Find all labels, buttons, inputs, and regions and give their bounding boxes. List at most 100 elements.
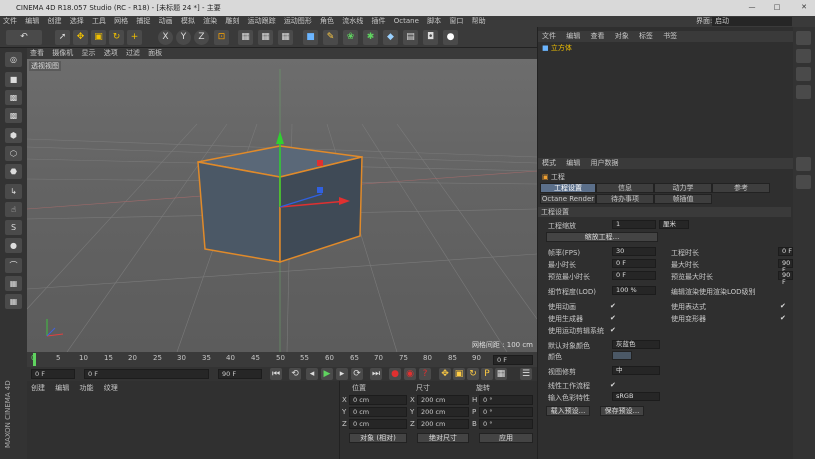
key-pla-icon[interactable]: ▦ bbox=[495, 368, 507, 380]
objects-dock-tab[interactable] bbox=[796, 31, 811, 45]
render-picture-viewer-icon[interactable]: ▦ bbox=[258, 30, 273, 45]
render-view-icon[interactable]: ▦ bbox=[238, 30, 253, 45]
attributes-dock-tab[interactable] bbox=[796, 157, 811, 171]
max-time-field[interactable]: 90 F bbox=[778, 259, 793, 274]
rotation-p-field[interactable]: 0 ° bbox=[479, 407, 533, 417]
scale-unit-select[interactable]: 厘米 bbox=[659, 220, 689, 229]
prev-frame-icon[interactable]: ◂ bbox=[306, 368, 318, 380]
polygons-mode-icon[interactable]: ⬣ bbox=[5, 164, 22, 179]
render-settings-icon[interactable]: ▦ bbox=[278, 30, 293, 45]
next-key-icon[interactable]: ⟳ bbox=[351, 368, 363, 380]
timeline[interactable]: 0 5 10 15 20 25 30 35 40 45 50 55 60 65 … bbox=[27, 352, 537, 367]
undo-button[interactable]: ↶ bbox=[6, 30, 42, 45]
menu-pipeline[interactable]: 流水线 bbox=[339, 16, 366, 27]
x-axis-lock-button[interactable]: X bbox=[158, 30, 173, 45]
obj-menu-view[interactable]: 查看 bbox=[586, 31, 608, 42]
snap-icon[interactable]: S bbox=[5, 220, 22, 235]
scale-project-button[interactable]: 缩放工程... bbox=[546, 232, 658, 242]
rotate-icon[interactable]: ↻ bbox=[109, 30, 124, 45]
start-frame-field[interactable]: 0 F bbox=[31, 369, 75, 379]
layout-select[interactable]: 启动 bbox=[712, 17, 792, 26]
vp-menu-filter[interactable]: 过滤 bbox=[123, 48, 143, 59]
min-time-field[interactable]: 0 F bbox=[612, 259, 656, 268]
fps-field[interactable]: 30 bbox=[612, 247, 656, 256]
mat-menu-create[interactable]: 创建 bbox=[27, 384, 49, 392]
mat-menu-edit[interactable]: 编辑 bbox=[51, 384, 73, 392]
model-mode-icon[interactable]: ■ bbox=[5, 72, 22, 87]
end-frame-field[interactable]: 90 F bbox=[218, 369, 262, 379]
maximize-button[interactable]: □ bbox=[770, 1, 784, 14]
menu-mesh[interactable]: 网格 bbox=[111, 16, 131, 27]
obj-menu-objects[interactable]: 对象 bbox=[611, 31, 633, 42]
size-z-field[interactable]: 200 cm bbox=[417, 419, 469, 429]
record-icon[interactable]: ● bbox=[389, 368, 401, 380]
coordinate-system-icon[interactable]: ⊡ bbox=[214, 30, 229, 45]
vp-menu-panel[interactable]: 面板 bbox=[145, 48, 165, 59]
attr-menu-userdata[interactable]: 用户数据 bbox=[586, 158, 622, 169]
position-y-field[interactable]: 0 cm bbox=[349, 407, 407, 417]
use-deformers-checkbox[interactable]: ✔ bbox=[780, 314, 786, 322]
axis-mode-icon[interactable]: ↳ bbox=[5, 184, 22, 199]
preview-range-slider[interactable]: 0 F bbox=[84, 369, 209, 379]
obj-menu-bookmarks[interactable]: 书签 bbox=[659, 31, 681, 42]
array-icon[interactable]: ✱ bbox=[363, 30, 378, 45]
next-frame-icon[interactable]: ▸ bbox=[336, 368, 348, 380]
project-length-field[interactable]: 0 F bbox=[778, 247, 793, 256]
workplane-icon[interactable]: ▩ bbox=[5, 108, 22, 123]
z-axis-lock-button[interactable]: Z bbox=[194, 30, 209, 45]
menu-select[interactable]: 选择 bbox=[67, 16, 87, 27]
load-preset-button[interactable]: 载入预设... bbox=[546, 406, 590, 416]
view-clipping-select[interactable]: 中 bbox=[612, 366, 660, 375]
layers-dock-tab[interactable] bbox=[796, 85, 811, 99]
menu-help[interactable]: 帮助 bbox=[469, 16, 489, 27]
preview-max-field[interactable]: 90 F bbox=[778, 271, 793, 286]
structure-dock-tab[interactable] bbox=[796, 67, 811, 81]
vp-menu-cameras[interactable]: 摄像机 bbox=[49, 48, 76, 59]
planar-workplane-icon[interactable]: ▦ bbox=[5, 294, 22, 309]
close-button[interactable]: ✕ bbox=[797, 1, 811, 14]
keyframe-selection-icon[interactable]: ? bbox=[419, 368, 431, 380]
camera-icon[interactable]: ◘ bbox=[423, 30, 438, 45]
input-color-profile-select[interactable]: sRGB bbox=[612, 392, 660, 401]
tab-octane-render[interactable]: Octane Render bbox=[540, 194, 596, 204]
current-frame-field[interactable]: 0 F bbox=[493, 355, 533, 365]
texture-mode-icon[interactable]: ▩ bbox=[5, 90, 22, 105]
light-icon[interactable]: ● bbox=[443, 30, 458, 45]
vp-menu-view[interactable]: 查看 bbox=[27, 48, 47, 59]
playhead[interactable] bbox=[33, 353, 36, 366]
make-editable-icon[interactable]: ◎ bbox=[5, 52, 22, 67]
coord-mode-select[interactable]: 对象 (相对) bbox=[349, 433, 407, 443]
prev-key-icon[interactable]: ⟲ bbox=[289, 368, 301, 380]
apply-button[interactable]: 应用 bbox=[479, 433, 533, 443]
move-icon[interactable]: ✥ bbox=[73, 30, 88, 45]
menu-motion-tracking[interactable]: 运动跟踪 bbox=[245, 16, 279, 27]
tab-reference[interactable]: 参考 bbox=[712, 183, 770, 193]
preview-min-field[interactable]: 0 F bbox=[612, 271, 656, 280]
content-browser-dock-tab[interactable] bbox=[796, 49, 811, 63]
vp-menu-options[interactable]: 选项 bbox=[101, 48, 121, 59]
sculpt-icon[interactable]: ● bbox=[5, 238, 22, 253]
tab-frame-interpolation[interactable]: 帧插值 bbox=[654, 194, 712, 204]
deformer-icon[interactable]: ◆ bbox=[383, 30, 398, 45]
mat-menu-function[interactable]: 功能 bbox=[75, 384, 97, 392]
perspective-viewport[interactable]: 透视视图 网格间距 : 100 cm bbox=[27, 59, 537, 352]
use-animation-checkbox[interactable]: ✔ bbox=[610, 302, 616, 310]
play-icon[interactable]: ▶ bbox=[321, 368, 333, 380]
rotation-b-field[interactable]: 0 ° bbox=[479, 419, 533, 429]
minimize-button[interactable]: — bbox=[745, 1, 759, 14]
mat-menu-texture[interactable]: 纹理 bbox=[100, 384, 122, 392]
tweak-mode-icon[interactable]: ☝ bbox=[5, 202, 22, 217]
key-rotation-icon[interactable]: ↻ bbox=[467, 368, 479, 380]
rotation-h-field[interactable]: 0 ° bbox=[479, 395, 533, 405]
obj-menu-tags[interactable]: 标签 bbox=[635, 31, 657, 42]
tab-info[interactable]: 信息 bbox=[596, 183, 654, 193]
menu-window[interactable]: 窗口 bbox=[446, 16, 466, 27]
lod-field[interactable]: 100 % bbox=[612, 286, 656, 295]
menu-simulate[interactable]: 模拟 bbox=[178, 16, 198, 27]
menu-create[interactable]: 创建 bbox=[44, 16, 64, 27]
autokey-icon[interactable]: ◉ bbox=[404, 368, 416, 380]
position-z-field[interactable]: 0 cm bbox=[349, 419, 407, 429]
linear-workflow-checkbox[interactable]: ✔ bbox=[610, 381, 616, 389]
floor-icon[interactable]: ▤ bbox=[403, 30, 418, 45]
menu-file[interactable]: 文件 bbox=[0, 16, 20, 27]
